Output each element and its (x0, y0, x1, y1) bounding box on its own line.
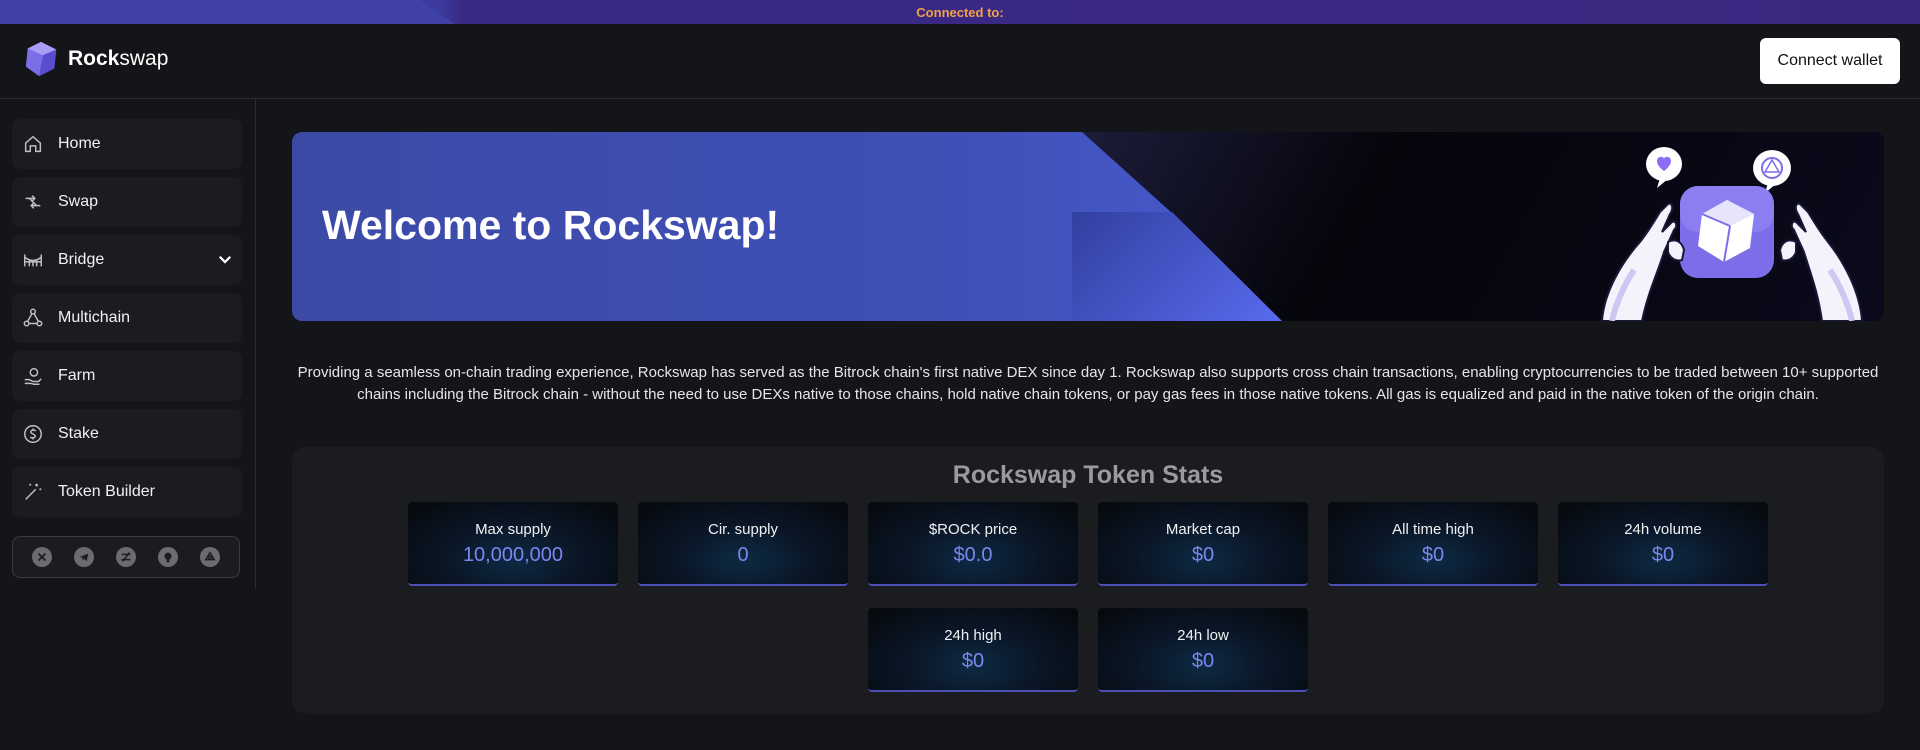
chevron-down-icon[interactable] (216, 250, 234, 268)
swap-icon (22, 191, 44, 213)
connection-status-text: Connected to: (916, 5, 1004, 20)
stat-value: $0 (1191, 544, 1215, 566)
sidebar-item-label: Bridge (58, 251, 105, 268)
stat-value: $0 (1651, 544, 1675, 566)
coin-icon[interactable] (200, 547, 220, 567)
x-icon[interactable] (32, 547, 52, 567)
sidebar-item-multichain[interactable]: Multichain (12, 293, 242, 343)
stat-value: $0 (1191, 650, 1215, 672)
stat-card-24h-low: 24h low $0 (1098, 608, 1308, 692)
stat-label: 24h low (1177, 627, 1229, 644)
stat-value: 10,000,000 (462, 544, 564, 566)
stat-label: 24h high (944, 627, 1002, 644)
stat-value: $0 (961, 650, 985, 672)
hands-holding-logo-illustration (1600, 147, 1864, 321)
sidebar-item-farm[interactable]: Farm (12, 351, 242, 401)
sidebar-item-swap[interactable]: Swap (12, 177, 242, 227)
coingecko-icon[interactable] (116, 547, 136, 567)
sidebar: Home Swap Bridge Multichain Farm Stake T… (0, 99, 256, 589)
token-stats-title: Rockswap Token Stats (952, 461, 1224, 489)
sidebar-item-label: Home (58, 135, 101, 152)
sidebar-item-bridge[interactable]: Bridge (12, 235, 242, 285)
stat-label: Cir. supply (707, 521, 779, 538)
sidebar-item-label: Multichain (58, 309, 131, 326)
stat-card-24h-high: 24h high $0 (868, 608, 1078, 692)
bridge-icon (22, 249, 44, 271)
stat-value: 0 (737, 544, 749, 566)
rockswap-logo-icon (25, 41, 57, 77)
stat-card-market-cap: Market cap $0 (1098, 502, 1308, 586)
stat-card-24h-volume: 24h volume $0 (1558, 502, 1768, 586)
stake-icon (22, 423, 44, 445)
stat-label: Market cap (1165, 521, 1241, 538)
sidebar-item-stake[interactable]: Stake (12, 409, 242, 459)
sidebar-item-home[interactable]: Home (12, 119, 242, 169)
stat-card-all-time-high: All time high $0 (1328, 502, 1538, 586)
stat-value: $0 (1421, 544, 1445, 566)
stat-card-circulating-supply: Cir. supply 0 (638, 502, 848, 586)
stat-label: 24h volume (1624, 521, 1702, 538)
stat-value: $0.0 (953, 544, 993, 566)
github-icon[interactable] (158, 547, 178, 567)
connect-wallet-button[interactable]: Connect wallet (1760, 38, 1900, 84)
stat-label: Max supply (475, 521, 551, 538)
logo[interactable]: Rockswap (22, 40, 168, 78)
stat-card-max-supply: Max supply 10,000,000 (408, 502, 618, 586)
social-links (12, 536, 240, 578)
stat-card-rock-price: $ROCK price $0.0 (868, 502, 1078, 586)
multichain-icon (22, 307, 44, 329)
farm-icon (22, 365, 44, 387)
home-icon (22, 133, 44, 155)
stat-label: $ROCK price (928, 521, 1018, 538)
top-header: Rockswap Connect wallet (0, 24, 1920, 99)
telegram-icon[interactable] (74, 547, 94, 567)
sidebar-item-label: Swap (58, 193, 99, 210)
token-stats-panel: Rockswap Token Stats Max supply 10,000,0… (292, 447, 1884, 714)
sidebar-item-label: Stake (58, 425, 99, 442)
sidebar-item-label: Farm (58, 367, 96, 384)
intro-description: Providing a seamless on-chain trading ex… (297, 364, 1879, 403)
magic-wand-icon (22, 481, 44, 503)
hero-title: Welcome to Rockswap! (322, 202, 780, 248)
logo-text: Rockswap (68, 47, 169, 70)
stat-label: All time high (1392, 521, 1474, 538)
sidebar-item-token-builder[interactable]: Token Builder (12, 467, 242, 517)
sidebar-item-label: Token Builder (58, 483, 155, 500)
connection-banner: Connected to: (0, 0, 1920, 24)
hero-banner: Welcome to Rockswap! (292, 132, 1884, 321)
